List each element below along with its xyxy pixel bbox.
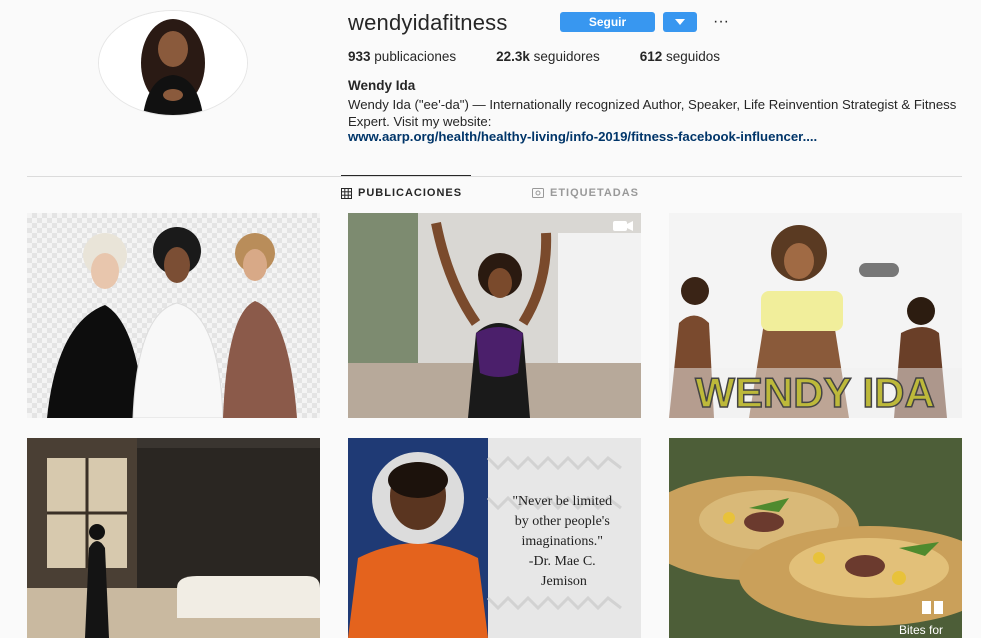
fitness-banner-image: WENDY IDA [669, 213, 962, 418]
avatar-image [99, 11, 247, 115]
dancing-video-image [348, 213, 641, 418]
post-thumbnail[interactable]: WENDY IDA [669, 213, 962, 418]
post-thumbnail[interactable] [27, 438, 320, 638]
tab-posts[interactable]: PUBLICACIONES [341, 187, 462, 199]
astronaut-quote-image: "Never be limited by other people's imag… [348, 438, 641, 638]
video-camera-icon [613, 221, 633, 231]
profile-bio: Wendy Ida ("ee'-da") — Internationally r… [348, 97, 957, 129]
tab-tagged[interactable]: ETIQUETADAS [532, 187, 639, 199]
posts-count: 933 [348, 49, 371, 64]
quote-line: -Dr. Mae C. [529, 554, 596, 569]
profile-full-name: Wendy Ida [348, 78, 416, 93]
profile-header: wendyidafitness Seguir ··· 933 publicaci… [0, 0, 981, 175]
quote-line: imaginations." [521, 534, 603, 549]
avatar [98, 10, 248, 116]
profile-tabs: PUBLICACIONES ETIQUETADAS [0, 187, 981, 203]
post-thumbnail[interactable]: Bites for [669, 438, 962, 638]
active-tab-indicator [341, 175, 471, 176]
quote-line: Jemison [541, 574, 587, 589]
post-thumbnail[interactable] [27, 213, 320, 418]
tabs-divider [27, 176, 962, 177]
quote-line: by other people's [515, 514, 610, 529]
suggestions-dropdown-button[interactable] [663, 12, 697, 32]
overlay-caption: Bites for [899, 623, 943, 637]
following-label: seguidos [666, 49, 721, 64]
stat-followers[interactable]: 22.3k seguidores [496, 49, 600, 64]
red-carpet-image [27, 213, 320, 418]
chevron-down-icon [675, 19, 685, 25]
followers-label: seguidores [533, 49, 600, 64]
post-thumbnail[interactable] [348, 213, 641, 418]
tag-icon [532, 188, 544, 198]
stat-posts: 933 publicaciones [348, 49, 456, 64]
tab-tagged-label: ETIQUETADAS [550, 187, 640, 199]
banner-text: WENDY IDA [695, 369, 935, 416]
followers-count: 22.3k [496, 49, 530, 64]
bathroom-image [27, 438, 320, 638]
profile-website-link[interactable]: www.aarp.org/health/healthy-living/info-… [348, 129, 817, 144]
following-count: 612 [639, 49, 663, 64]
quote-line: "Never be limited [512, 494, 612, 509]
more-options-button[interactable]: ··· [710, 12, 732, 32]
burrito-food-image: Bites for [669, 438, 962, 638]
follow-button[interactable]: Seguir [560, 12, 655, 32]
grid-icon [341, 187, 352, 199]
profile-avatar[interactable] [98, 10, 248, 116]
profile-username: wendyidafitness [348, 10, 508, 35]
profile-stats: 933 publicaciones 22.3k seguidores 612 s… [348, 49, 760, 64]
stat-following[interactable]: 612 seguidos [640, 49, 720, 64]
tab-posts-label: PUBLICACIONES [358, 187, 463, 199]
post-thumbnail[interactable]: "Never be limited by other people's imag… [348, 438, 641, 638]
posts-label: publicaciones [374, 49, 457, 64]
